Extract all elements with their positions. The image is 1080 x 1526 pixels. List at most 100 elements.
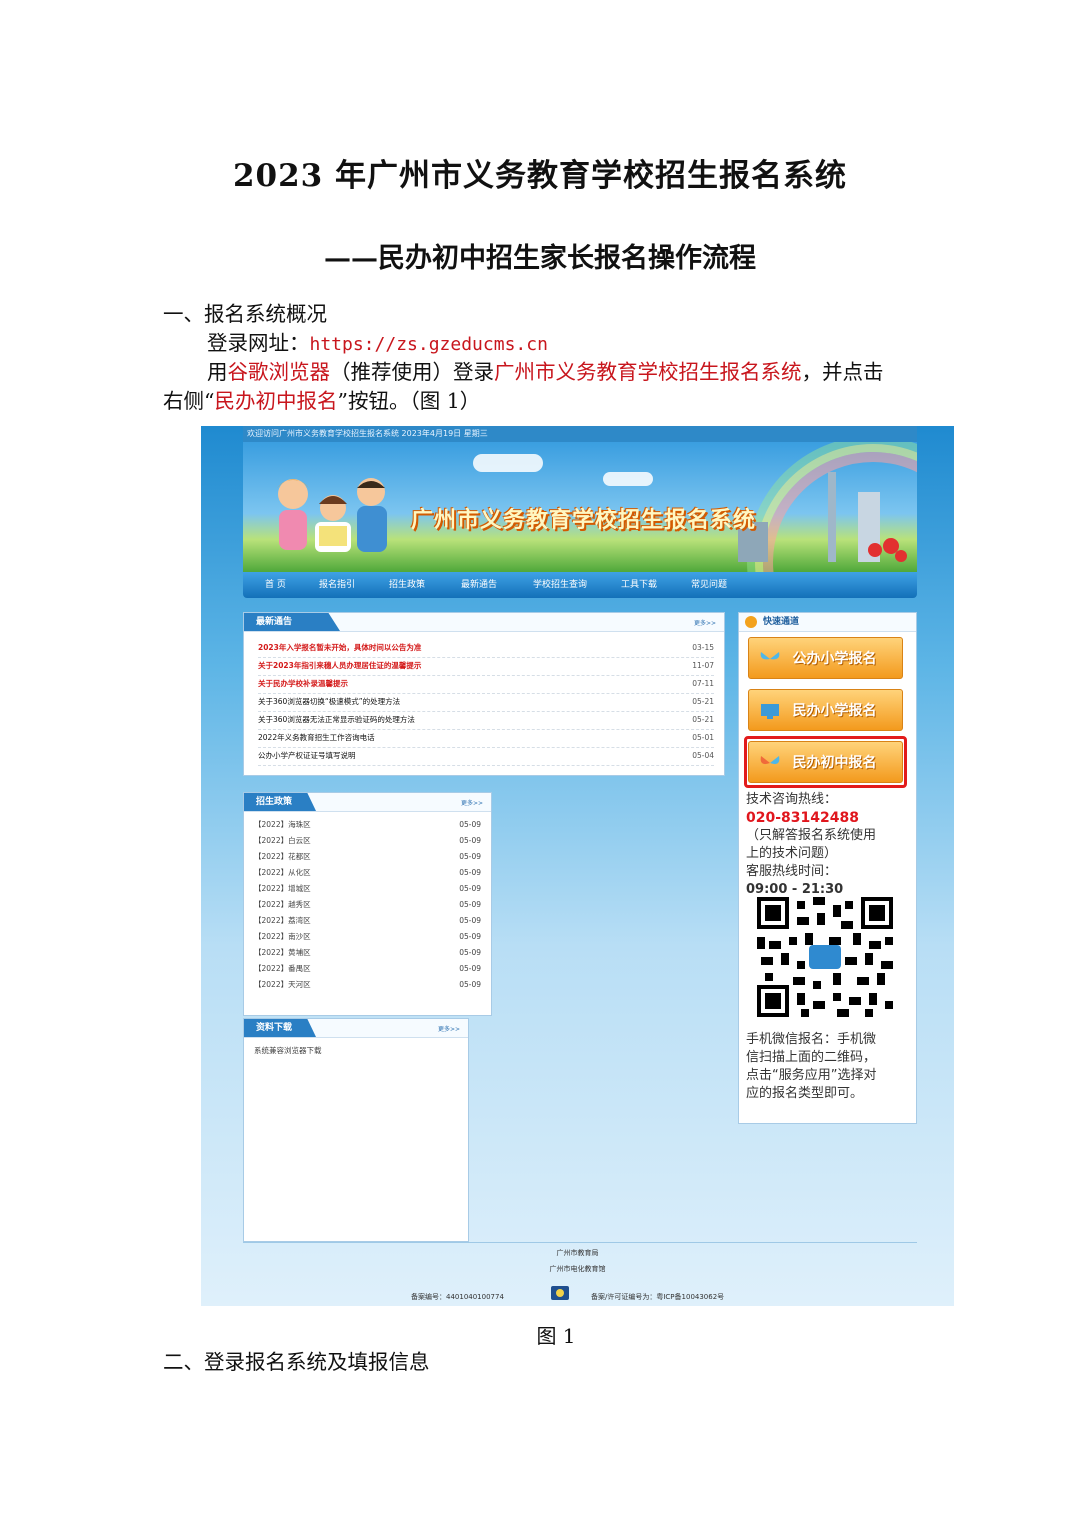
policy-text: 【2022】番禺区: [254, 964, 311, 973]
downloads-panel: 资料下载 更多>> 系统兼容浏览器下载: [243, 1018, 469, 1242]
policy-date: 05-09: [459, 852, 481, 861]
notice-date: 05-21: [692, 715, 714, 724]
footer-org: 广州市电化教育馆: [549, 1265, 606, 1273]
notice-text: 关于2023年指引来穗人员办理居住证的温馨提示: [258, 661, 422, 670]
list-item[interactable]: 2022年义务教育招生工作咨询电话 05-01: [258, 729, 714, 748]
section-heading-2: 二、登录报名系统及填报信息: [163, 1350, 430, 1374]
notices-more-link[interactable]: 更多>>: [694, 618, 716, 627]
tower-decoration: [828, 472, 836, 562]
site-title: 广州市义务教育学校招生报名系统: [411, 508, 757, 533]
policy-text: 【2022】黄埔区: [254, 948, 311, 957]
private-primary-signup-button[interactable]: 民办小学报名: [748, 689, 903, 731]
notice-text: 关于360浏览器切换“极速模式”的处理方法: [258, 697, 401, 706]
list-item[interactable]: 【2022】番禺区 05-09: [254, 961, 481, 977]
private-junior-signup-button[interactable]: 民办初中报名: [748, 741, 903, 783]
panel-header: 资料下载 更多>>: [244, 1019, 468, 1038]
list-item[interactable]: 【2022】荔湾区 05-09: [254, 913, 481, 929]
site-banner: 广州市义务教育学校招生报名系统: [243, 442, 917, 572]
hotline-label: 技术咨询热线：: [746, 792, 838, 807]
nav-item-school-query[interactable]: 学校招生查询: [533, 572, 587, 598]
nav-item-home[interactable]: 首 页: [265, 572, 286, 598]
notice-text: 2023年入学报名暂未开始，具体时间以公告为准: [258, 643, 422, 652]
panel-header: 最新通告 更多>>: [244, 613, 724, 632]
login-line: 登录网址：https://zs.gzeducms.cn: [207, 329, 548, 359]
footer-divider: [243, 1242, 917, 1243]
nav-item-notices[interactable]: 最新通告: [461, 572, 497, 598]
notice-date: 07-11: [692, 679, 714, 688]
policy-title: 招生政策: [244, 793, 317, 811]
quick-title: 快速通道: [763, 617, 800, 627]
policy-date: 05-09: [459, 836, 481, 845]
nav-item-tools[interactable]: 工具下载: [621, 572, 657, 598]
list-item[interactable]: 【2022】黄埔区 05-09: [254, 945, 481, 961]
login-url-link[interactable]: https://zs.gzeducms.cn: [310, 334, 548, 355]
policy-text: 【2022】从化区: [254, 868, 311, 877]
instruction-line-2: 右侧“民办初中报名”按钮。（图 1）: [163, 387, 480, 415]
list-item[interactable]: 【2022】海珠区 05-09: [254, 817, 481, 833]
text: 右侧“: [163, 389, 215, 413]
notice-date: 11-07: [692, 661, 714, 670]
policy-date: 05-09: [459, 868, 481, 877]
footer-record: 备案编号：4401040100774: [411, 1293, 504, 1301]
policy-more-link[interactable]: 更多>>: [461, 798, 483, 807]
list-item[interactable]: 公办小学产权证证号填写说明 05-04: [258, 747, 714, 766]
butterfly-icon: [760, 756, 780, 765]
list-item[interactable]: 关于2023年指引来穗人员办理居住证的温馨提示 11-07: [258, 657, 714, 676]
policy-panel: 招生政策 更多>> 【2022】海珠区 05-09 【2022】白云区 05-09 …: [243, 792, 492, 1016]
figure-caption: 图 1: [536, 1324, 576, 1348]
policy-date: 05-09: [459, 900, 481, 909]
hotline-note: （只解答报名系统使用: [746, 828, 877, 843]
public-primary-signup-button[interactable]: 公办小学报名: [748, 637, 903, 679]
policy-text: 【2022】南沙区: [254, 932, 311, 941]
list-item[interactable]: 关于360浏览器无法正常显示验证码的处理方法 05-21: [258, 711, 714, 730]
button-label: 公办小学报名: [792, 651, 877, 667]
wechat-instruction: 信扫描上面的二维码，: [746, 1050, 877, 1065]
nav-item-policy[interactable]: 招生政策: [389, 572, 425, 598]
notice-text: 2022年义务教育招生工作咨询电话: [258, 733, 375, 742]
wechat-instruction: 应的报名类型即可。: [746, 1086, 864, 1101]
list-item[interactable]: 【2022】花都区 05-09: [254, 849, 481, 865]
list-item[interactable]: 关于360浏览器切换“极速模式”的处理方法 05-21: [258, 693, 714, 712]
list-item[interactable]: 【2022】南沙区 05-09: [254, 929, 481, 945]
police-badge-icon[interactable]: [549, 1284, 571, 1302]
button-name: 民办初中报名: [214, 389, 338, 413]
flowers-decoration: [868, 538, 907, 562]
hours-label: 客服热线时间：: [746, 864, 838, 879]
footer-org: 广州市教育局: [556, 1249, 599, 1257]
list-item[interactable]: 【2022】越秀区 05-09: [254, 897, 481, 913]
list-item[interactable]: 【2022】从化区 05-09: [254, 865, 481, 881]
browser-name: 谷歌浏览器: [227, 360, 331, 384]
text: （推荐使用）登录: [330, 360, 494, 384]
login-label: 登录网址：: [207, 331, 310, 355]
wechat-instruction: 手机微信报名：手机微: [746, 1032, 877, 1047]
text: ，并点击: [801, 360, 884, 384]
footer-icp[interactable]: 备案/许可证编号为：粤ICP备10043062号: [591, 1292, 724, 1302]
list-item[interactable]: 【2022】天河区 05-09: [254, 977, 481, 993]
policy-date: 05-09: [459, 980, 481, 989]
notices-title: 最新通告: [244, 613, 341, 631]
hotline-number: 020-83142488: [746, 810, 859, 826]
policy-text: 【2022】增城区: [254, 884, 311, 893]
family-illustration: [277, 478, 387, 552]
notice-date: 05-01: [692, 733, 714, 742]
text: ”按钮。（图 1）: [337, 389, 481, 413]
list-item[interactable]: 2023年入学报名暂未开始，具体时间以公告为准 03-15: [258, 639, 714, 658]
nav-item-guide[interactable]: 报名指引: [319, 572, 355, 598]
list-item[interactable]: 关于民办学校补录温馨提示 07-11: [258, 675, 714, 694]
policy-date: 05-09: [459, 948, 481, 957]
button-label: 民办小学报名: [792, 703, 877, 719]
policy-date: 05-09: [459, 916, 481, 925]
list-item[interactable]: 【2022】白云区 05-09: [254, 833, 481, 849]
panel-header: 快速通道: [739, 613, 916, 632]
policy-text: 【2022】越秀区: [254, 900, 311, 909]
list-item[interactable]: 系统兼容浏览器下载: [254, 1043, 458, 1059]
policy-date: 05-09: [459, 820, 481, 829]
policy-text: 【2022】海珠区: [254, 820, 311, 829]
downloads-more-link[interactable]: 更多>>: [438, 1024, 460, 1033]
nav-item-faq[interactable]: 常见问题: [691, 572, 727, 598]
list-item[interactable]: 【2022】增城区 05-09: [254, 881, 481, 897]
policy-text: 【2022】天河区: [254, 980, 311, 989]
downloads-title: 资料下载: [244, 1019, 317, 1037]
download-text: 系统兼容浏览器下载: [254, 1046, 322, 1055]
wechat-instruction: 点击“服务应用”选择对: [746, 1068, 877, 1083]
